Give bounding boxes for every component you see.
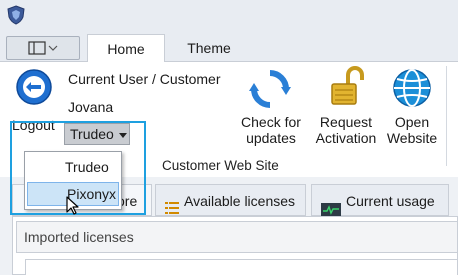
open-label-1: Open <box>394 114 430 130</box>
request-activation-button[interactable]: Request Activation <box>306 114 386 146</box>
ribbon-separator <box>446 66 447 166</box>
imported-licenses-title: Imported licenses <box>24 229 134 245</box>
current-user-name: Jovana <box>68 99 114 115</box>
cursor-icon <box>66 196 80 216</box>
app-icon[interactable] <box>6 5 26 25</box>
padlock-icon[interactable] <box>326 66 366 110</box>
monitor-icon <box>321 195 341 216</box>
check-updates-button[interactable]: Check for updates <box>234 114 308 146</box>
open-website-button[interactable]: Open Website <box>380 114 444 146</box>
group-label: Customer Web Site <box>162 158 279 173</box>
licenses-list[interactable] <box>25 259 458 275</box>
quick-access-icon[interactable] <box>6 36 80 60</box>
tab-current-usage[interactable]: Current usage <box>311 184 449 216</box>
check-updates-label-2: updates <box>246 130 296 146</box>
current-user-heading: Current User / Customer <box>68 71 221 87</box>
request-label-1: Request <box>319 114 373 130</box>
tab-available-licenses-label: Available licenses <box>184 193 296 209</box>
tab-current-usage-label: Current usage <box>346 193 435 209</box>
list-icon <box>165 194 179 214</box>
imported-licenses-header: Imported licenses <box>16 221 458 253</box>
tab-theme[interactable]: Theme <box>167 34 251 62</box>
tab-home[interactable]: Home <box>87 34 165 64</box>
request-label-2: Activation <box>315 130 377 146</box>
tab-available-licenses[interactable]: Available licenses <box>155 184 306 216</box>
open-label-2: Website <box>386 130 438 146</box>
logout-icon[interactable] <box>14 67 54 107</box>
check-updates-label-1: Check for <box>241 114 301 130</box>
refresh-icon[interactable] <box>248 67 292 111</box>
title-bar <box>0 0 458 30</box>
globe-icon[interactable] <box>390 66 434 110</box>
